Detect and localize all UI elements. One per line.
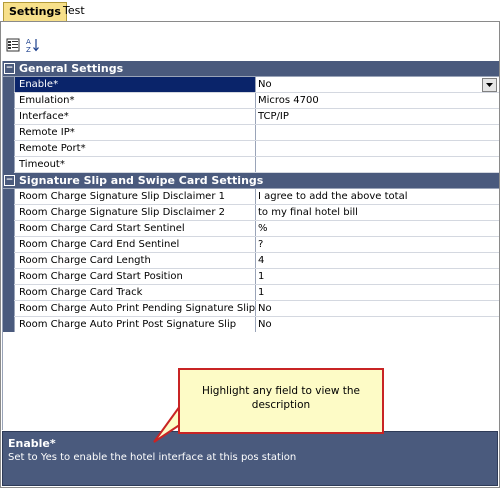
svg-text:A: A: [26, 38, 31, 46]
property-row[interactable]: Remote Port*: [3, 141, 499, 157]
property-name: Remote Port*: [14, 141, 256, 156]
collapse-icon[interactable]: −: [4, 63, 15, 74]
property-name: Room Charge Card Start Sentinel: [14, 221, 256, 236]
property-value[interactable]: [256, 141, 499, 156]
property-name: Remote IP*: [14, 125, 256, 140]
property-name: Room Charge Card Track: [14, 285, 256, 300]
property-row[interactable]: Room Charge Auto Print Pending Signature…: [3, 301, 499, 317]
chevron-down-icon: [486, 83, 493, 87]
property-value[interactable]: No: [256, 317, 499, 332]
callout-annotation: Highlight any field to view the descript…: [178, 368, 384, 434]
property-row[interactable]: Room Charge Signature Slip Disclaimer 1 …: [3, 189, 499, 205]
property-row[interactable]: Enable* No: [3, 77, 499, 93]
category-title: General Settings: [19, 62, 124, 75]
description-title: Enable*: [8, 437, 56, 450]
property-name: Emulation*: [14, 93, 256, 108]
property-row[interactable]: Emulation* Micros 4700: [3, 93, 499, 109]
property-row[interactable]: Room Charge Card Start Sentinel %: [3, 221, 499, 237]
property-name: Room Charge Card Length: [14, 253, 256, 268]
property-value[interactable]: I agree to add the above total: [256, 189, 499, 204]
property-name: Room Charge Card Start Position: [14, 269, 256, 284]
category-signature-slip-settings[interactable]: − Signature Slip and Swipe Card Settings: [3, 173, 499, 189]
category-title: Signature Slip and Swipe Card Settings: [19, 174, 264, 187]
property-name: Interface*: [14, 109, 256, 124]
property-name: Room Charge Card End Sentinel: [14, 237, 256, 252]
property-grid: − General Settings Enable* No Emulation*…: [2, 61, 499, 333]
property-value[interactable]: 1: [256, 269, 499, 284]
category-general-settings[interactable]: − General Settings: [3, 61, 499, 77]
tab-test[interactable]: Test: [58, 2, 90, 20]
property-value[interactable]: Micros 4700: [256, 93, 499, 108]
alphabetical-button[interactable]: A Z: [24, 36, 42, 54]
categorized-button[interactable]: [4, 36, 22, 54]
description-text: Set to Yes to enable the hotel interface…: [8, 452, 297, 463]
callout-text: Highlight any field to view the descript…: [201, 385, 360, 411]
property-value-select[interactable]: No: [256, 77, 499, 92]
property-row[interactable]: Interface* TCP/IP: [3, 109, 499, 125]
property-row[interactable]: Room Charge Card Length 4: [3, 253, 499, 269]
property-value[interactable]: [256, 125, 499, 140]
property-name: Enable*: [14, 77, 256, 92]
dropdown-button[interactable]: [482, 78, 497, 92]
property-row[interactable]: Room Charge Auto Print Post Signature Sl…: [3, 317, 499, 333]
property-value[interactable]: [256, 157, 499, 172]
property-name: Room Charge Auto Print Post Signature Sl…: [14, 317, 256, 332]
property-row[interactable]: Room Charge Card End Sentinel ?: [3, 237, 499, 253]
property-value[interactable]: 4: [256, 253, 499, 268]
tab-strip: Settings Test: [0, 0, 500, 22]
property-value[interactable]: No: [256, 301, 499, 316]
description-panel: Enable* Set to Yes to enable the hotel i…: [2, 431, 498, 486]
property-row[interactable]: Timeout*: [3, 157, 499, 173]
property-value[interactable]: %: [256, 221, 499, 236]
property-name: Room Charge Auto Print Pending Signature…: [14, 301, 256, 316]
property-row[interactable]: Room Charge Card Track 1: [3, 285, 499, 301]
property-value: No: [258, 79, 272, 90]
property-value[interactable]: to my final hotel bill: [256, 205, 499, 220]
collapse-icon[interactable]: −: [4, 175, 15, 186]
property-name: Room Charge Signature Slip Disclaimer 2: [14, 205, 256, 220]
property-value[interactable]: TCP/IP: [256, 109, 499, 124]
property-row[interactable]: Room Charge Card Start Position 1: [3, 269, 499, 285]
property-row[interactable]: Room Charge Signature Slip Disclaimer 2 …: [3, 205, 499, 221]
svg-text:Z: Z: [26, 46, 31, 53]
property-row[interactable]: Remote IP*: [3, 125, 499, 141]
property-value[interactable]: 1: [256, 285, 499, 300]
property-value[interactable]: ?: [256, 237, 499, 252]
sort-az-icon: A Z: [26, 38, 39, 53]
property-grid-toolbar: A Z: [0, 36, 500, 58]
categorized-icon: [6, 38, 20, 52]
property-name: Room Charge Signature Slip Disclaimer 1: [14, 189, 256, 204]
property-name: Timeout*: [14, 157, 256, 172]
